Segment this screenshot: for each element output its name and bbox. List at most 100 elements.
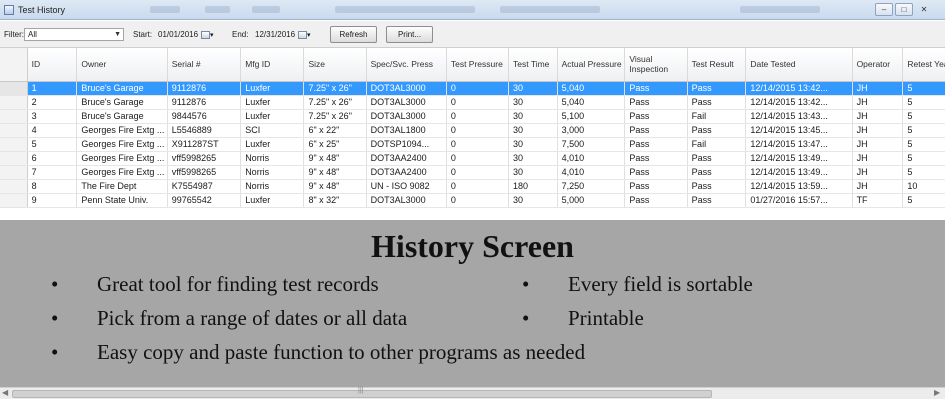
table-cell[interactable]: JH [852, 109, 904, 124]
table-cell[interactable]: Bruce's Garage [76, 109, 168, 124]
end-date-picker[interactable]: 12/31/2016 ▾ [255, 28, 311, 41]
table-cell[interactable]: DOT3AA2400 [366, 151, 447, 166]
scroll-left-icon[interactable]: ◀ [2, 388, 8, 397]
column-header[interactable]: Retest Years [902, 48, 945, 82]
row-header[interactable] [0, 151, 28, 166]
column-header[interactable]: ID [27, 48, 78, 82]
table-cell[interactable]: 5 [27, 137, 78, 152]
maximize-button[interactable]: □ [895, 3, 913, 16]
row-header[interactable] [0, 193, 28, 208]
table-cell[interactable]: Pass [624, 137, 688, 152]
table-cell[interactable]: 5,100 [557, 109, 626, 124]
table-cell[interactable]: 5,040 [557, 81, 626, 96]
table-cell[interactable]: 5 [902, 81, 945, 96]
table-cell[interactable]: 30 [508, 137, 558, 152]
refresh-button[interactable]: Refresh [330, 26, 377, 43]
table-cell[interactable]: Pass [687, 95, 747, 110]
table-cell[interactable]: 4 [27, 123, 78, 138]
table-cell[interactable]: 9844576 [167, 109, 242, 124]
table-row[interactable]: 9 Penn State Univ. 99765542 Luxfer 8" x 32" D… [0, 193, 945, 208]
table-cell[interactable]: X911287ST [167, 137, 242, 152]
table-cell[interactable]: 9" x 48" [303, 179, 367, 194]
table-cell[interactable]: Georges Fire Extg ... [76, 151, 168, 166]
column-header[interactable]: Size [303, 48, 367, 82]
table-cell[interactable]: 0 [446, 95, 510, 110]
table-cell[interactable]: DOT3AL3000 [366, 193, 447, 208]
table-cell[interactable]: DOT3AL3000 [366, 95, 447, 110]
column-header[interactable]: Spec/Svc. Press [366, 48, 447, 82]
table-cell[interactable]: 9" x 48" [303, 165, 367, 180]
table-cell[interactable]: Pass [624, 151, 688, 166]
table-cell[interactable]: 12/14/2015 13:49... [745, 165, 853, 180]
table-cell[interactable]: 7,500 [557, 137, 626, 152]
table-cell[interactable]: 9112876 [167, 95, 242, 110]
table-cell[interactable]: 99765542 [167, 193, 242, 208]
table-cell[interactable]: 12/14/2015 13:59... [745, 179, 853, 194]
table-cell[interactable]: 30 [508, 193, 558, 208]
table-cell[interactable]: Pass [624, 193, 688, 208]
table-cell[interactable]: Georges Fire Extg ... [76, 137, 168, 152]
table-cell[interactable]: Luxfer [240, 109, 305, 124]
table-cell[interactable]: Pass [624, 165, 688, 180]
row-header[interactable] [0, 179, 28, 194]
table-cell[interactable]: DOT3AA2400 [366, 165, 447, 180]
table-row[interactable]: 7 Georges Fire Extg ... vff5998265 Norris 9"… [0, 165, 945, 180]
table-cell[interactable]: Norris [240, 165, 305, 180]
table-row[interactable]: 6 Georges Fire Extg ... vff5998265 Norris 9"… [0, 151, 945, 166]
table-cell[interactable]: 30 [508, 165, 558, 180]
table-cell[interactable]: 30 [508, 123, 558, 138]
table-cell[interactable]: JH [852, 137, 904, 152]
table-cell[interactable]: DOT3AL3000 [366, 109, 447, 124]
table-cell[interactable]: Pass [624, 123, 688, 138]
table-cell[interactable]: 5 [902, 109, 945, 124]
column-header[interactable]: Test Result [687, 48, 747, 82]
calendar-icon[interactable] [298, 30, 308, 39]
table-cell[interactable]: 12/14/2015 13:49... [745, 151, 853, 166]
column-header[interactable]: Test Time [508, 48, 558, 82]
table-cell[interactable]: Pass [687, 151, 747, 166]
table-cell[interactable]: Georges Fire Extg ... [76, 123, 168, 138]
table-cell[interactable]: 0 [446, 137, 510, 152]
table-cell[interactable]: 9 [27, 193, 78, 208]
table-cell[interactable]: 0 [446, 81, 510, 96]
table-cell[interactable]: K7554987 [167, 179, 242, 194]
table-cell[interactable]: Fail [687, 137, 747, 152]
table-row[interactable]: 5 Georges Fire Extg ... X911287ST Luxfer 6" … [0, 137, 945, 152]
filter-dropdown[interactable]: All ▼ [24, 28, 124, 41]
table-cell[interactable]: 12/14/2015 13:45... [745, 123, 853, 138]
table-cell[interactable]: 7.25" x 26" [303, 109, 367, 124]
minimize-button[interactable]: – [875, 3, 893, 16]
table-cell[interactable]: 5 [902, 123, 945, 138]
table-cell[interactable]: 1 [27, 81, 78, 96]
table-cell[interactable]: Penn State Univ. [76, 193, 168, 208]
table-cell[interactable]: Pass [624, 179, 688, 194]
table-cell[interactable]: The Fire Dept [76, 179, 168, 194]
table-cell[interactable]: 5 [902, 165, 945, 180]
table-cell[interactable]: Pass [687, 81, 747, 96]
table-cell[interactable]: 12/14/2015 13:43... [745, 109, 853, 124]
table-cell[interactable]: UN - ISO 9082 [366, 179, 447, 194]
table-cell[interactable]: 5,000 [557, 193, 626, 208]
row-header[interactable] [0, 109, 28, 124]
print-button[interactable]: Print... [386, 26, 433, 43]
table-cell[interactable]: Georges Fire Extg ... [76, 165, 168, 180]
column-header[interactable]: Test Pressure [446, 48, 510, 82]
table-cell[interactable]: 12/14/2015 13:47... [745, 137, 853, 152]
table-cell[interactable]: 12/14/2015 13:42... [745, 81, 853, 96]
table-cell[interactable]: 3 [27, 109, 78, 124]
table-cell[interactable]: 01/27/2016 15:57... [745, 193, 853, 208]
table-cell[interactable]: 3,000 [557, 123, 626, 138]
table-cell[interactable]: Pass [687, 123, 747, 138]
start-date-picker[interactable]: 01/01/2016 ▾ [158, 28, 214, 41]
table-cell[interactable]: JH [852, 151, 904, 166]
table-cell[interactable]: 7.25" x 26" [303, 95, 367, 110]
table-cell[interactable]: 10 [902, 179, 945, 194]
table-cell[interactable]: 0 [446, 109, 510, 124]
table-cell[interactable]: vff5998265 [167, 151, 242, 166]
column-header[interactable]: Mfg ID [240, 48, 305, 82]
table-cell[interactable]: 7.25" x 26" [303, 81, 367, 96]
table-cell[interactable]: 5,040 [557, 95, 626, 110]
table-cell[interactable]: JH [852, 179, 904, 194]
table-row[interactable]: 8 The Fire Dept K7554987 Norris 9" x 48" UN -… [0, 179, 945, 194]
table-cell[interactable]: Luxfer [240, 95, 305, 110]
